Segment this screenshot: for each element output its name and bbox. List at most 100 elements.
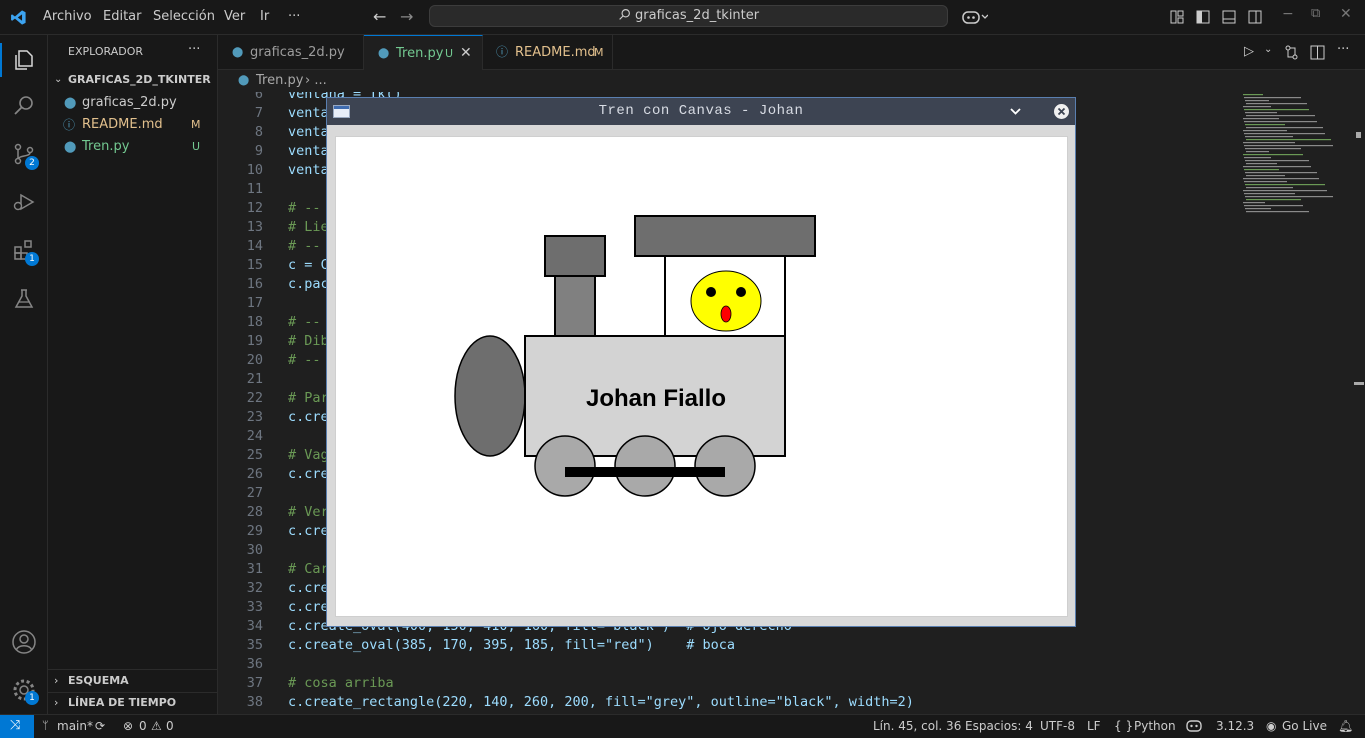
customize-layout-icon[interactable] [1170, 10, 1184, 24]
minimap-line [1245, 124, 1285, 126]
menu-archivo[interactable]: Archivo [43, 9, 92, 24]
minimap-line [1243, 142, 1295, 144]
menu-ver[interactable]: Ver [224, 9, 245, 24]
code-line[interactable]: # Car [288, 561, 329, 577]
toggle-panel-icon[interactable] [1222, 10, 1236, 24]
tab-label: Tren.py [396, 46, 444, 61]
minimap-line [1245, 208, 1271, 210]
code-line[interactable]: # Lie [288, 219, 329, 235]
language-mode[interactable]: Python [1134, 715, 1176, 737]
code-line[interactable]: c.cre [288, 466, 329, 482]
notifications-bell-icon[interactable]: 🔔︎ [1338, 715, 1353, 737]
code-line[interactable]: c = C [288, 257, 329, 273]
tk-title-bar[interactable]: Tren con Canvas - Johan [327, 98, 1075, 125]
code-line[interactable]: # -- [288, 238, 321, 254]
search-view-icon[interactable] [12, 94, 36, 118]
toggle-sidebar-icon[interactable] [1196, 10, 1210, 24]
code-line[interactable]: # Vag [288, 447, 329, 463]
code-line[interactable]: venta [288, 162, 329, 178]
back-arrow-icon[interactable]: ← [373, 7, 386, 26]
code-line[interactable]: # Ver [288, 504, 329, 520]
branch-name[interactable]: main* [57, 715, 93, 737]
code-line[interactable]: # -- [288, 200, 321, 216]
python-file-icon: ⬤ [64, 140, 77, 153]
code-line[interactable]: venta [288, 105, 329, 121]
explorer-icon[interactable] [12, 48, 36, 72]
copilot-icon[interactable] [962, 9, 988, 25]
scrollbar-position [1354, 382, 1364, 385]
indentation[interactable]: Espacios: 4 [965, 715, 1033, 737]
minimap-line [1246, 199, 1301, 201]
tab-readme[interactable]: ⓘ README.md M [483, 35, 613, 70]
breadcrumb-rest[interactable]: › ... [305, 70, 327, 92]
run-debug-icon[interactable] [12, 190, 36, 214]
minimap-line [1243, 166, 1311, 168]
line-number: 25 [246, 447, 263, 463]
chevron-down-icon[interactable] [1010, 106, 1021, 117]
tk-canvas[interactable]: Johan Fiallo [335, 136, 1068, 617]
tk-window[interactable]: Tren con Canvas - Johan Johan Fiallo [326, 97, 1076, 627]
menu-editar[interactable]: Editar [103, 9, 142, 24]
minimap-line [1244, 97, 1301, 99]
code-line[interactable]: c.cre [288, 409, 329, 425]
tk-close-icon[interactable] [1053, 103, 1070, 120]
minimap-line [1243, 130, 1287, 132]
maximize-icon[interactable]: ⧉ [1311, 6, 1320, 21]
folder-root[interactable]: ⌄ GRAFICAS_2D_TKINTER [48, 69, 217, 91]
code-line[interactable]: # -- [288, 314, 321, 330]
code-line[interactable]: c.create_oval(385, 170, 395, 185, fill="… [288, 637, 735, 653]
testing-icon[interactable] [12, 287, 36, 311]
breadcrumb-file[interactable]: Tren.py [256, 70, 303, 92]
line-ending[interactable]: LF [1087, 715, 1101, 737]
remote-indicator[interactable]: ⤨ [0, 715, 34, 738]
active-indicator [0, 43, 2, 77]
code-line[interactable]: c.cre [288, 523, 329, 539]
copilot-status-icon[interactable] [1186, 719, 1202, 733]
timeline-section[interactable]: › LÍNEA DE TIEMPO [48, 692, 217, 714]
compare-changes-icon[interactable] [1284, 45, 1299, 60]
menu-more[interactable]: ··· [288, 9, 300, 24]
chimney [554, 275, 596, 337]
file-item-readme[interactable]: ⓘ README.md M [48, 114, 217, 136]
file-item-tren[interactable]: ⬤ Tren.py U [48, 136, 217, 158]
account-icon[interactable] [11, 629, 37, 655]
split-editor-icon[interactable] [1310, 45, 1325, 60]
code-line[interactable]: c.pac [288, 276, 329, 292]
command-center-search[interactable]: graficas_2d_tkinter [429, 5, 948, 27]
minimize-icon[interactable]: − [1282, 6, 1294, 22]
forward-arrow-icon[interactable]: → [400, 7, 413, 26]
code-line[interactable]: c.cre [288, 599, 329, 615]
close-window-icon[interactable]: ✕ [1340, 6, 1352, 22]
code-line[interactable]: # -- [288, 352, 321, 368]
code-line[interactable]: # cosa arriba [288, 675, 394, 691]
run-file-icon[interactable]: ▷ [1244, 44, 1254, 59]
warning-count[interactable]: 0 [166, 715, 174, 737]
minimap-line [1244, 193, 1295, 195]
minimap-line [1244, 145, 1333, 147]
tab-tren[interactable]: ⬤ Tren.py U ✕ [364, 35, 483, 70]
code-line[interactable]: venta [288, 124, 329, 140]
close-tab-icon[interactable]: ✕ [460, 36, 472, 71]
code-line[interactable]: venta [288, 143, 329, 159]
outline-section[interactable]: › ESQUEMA [48, 670, 217, 692]
minimap-line [1244, 133, 1325, 135]
code-line[interactable]: c.create_rectangle(220, 140, 260, 200, f… [288, 694, 914, 710]
explorer-more-button[interactable]: ··· [188, 42, 200, 57]
code-line[interactable]: c.cre [288, 580, 329, 596]
code-line[interactable]: # Dib [288, 333, 329, 349]
go-live-button[interactable]: Go Live [1282, 715, 1327, 737]
error-count[interactable]: 0 [139, 715, 147, 737]
tab-graficas[interactable]: ⬤ graficas_2d.py [218, 35, 364, 70]
menu-seleccion[interactable]: Selección [153, 9, 215, 24]
file-item-graficas[interactable]: ⬤ graficas_2d.py [48, 92, 217, 114]
toggle-secondary-sidebar-icon[interactable] [1248, 10, 1262, 24]
menu-ir[interactable]: Ir [260, 9, 269, 24]
python-version[interactable]: 3.12.3 [1216, 715, 1254, 737]
encoding[interactable]: UTF-8 [1040, 715, 1075, 737]
more-actions-icon[interactable]: ··· [1337, 42, 1349, 57]
run-dropdown-chevron-icon[interactable]: ⌄ [1264, 44, 1272, 55]
minimap[interactable] [1238, 92, 1348, 222]
code-line[interactable]: # Par [288, 390, 329, 406]
cursor-position[interactable]: Lín. 45, col. 36 [873, 715, 961, 737]
sync-icon[interactable]: ⟳ [95, 715, 105, 737]
